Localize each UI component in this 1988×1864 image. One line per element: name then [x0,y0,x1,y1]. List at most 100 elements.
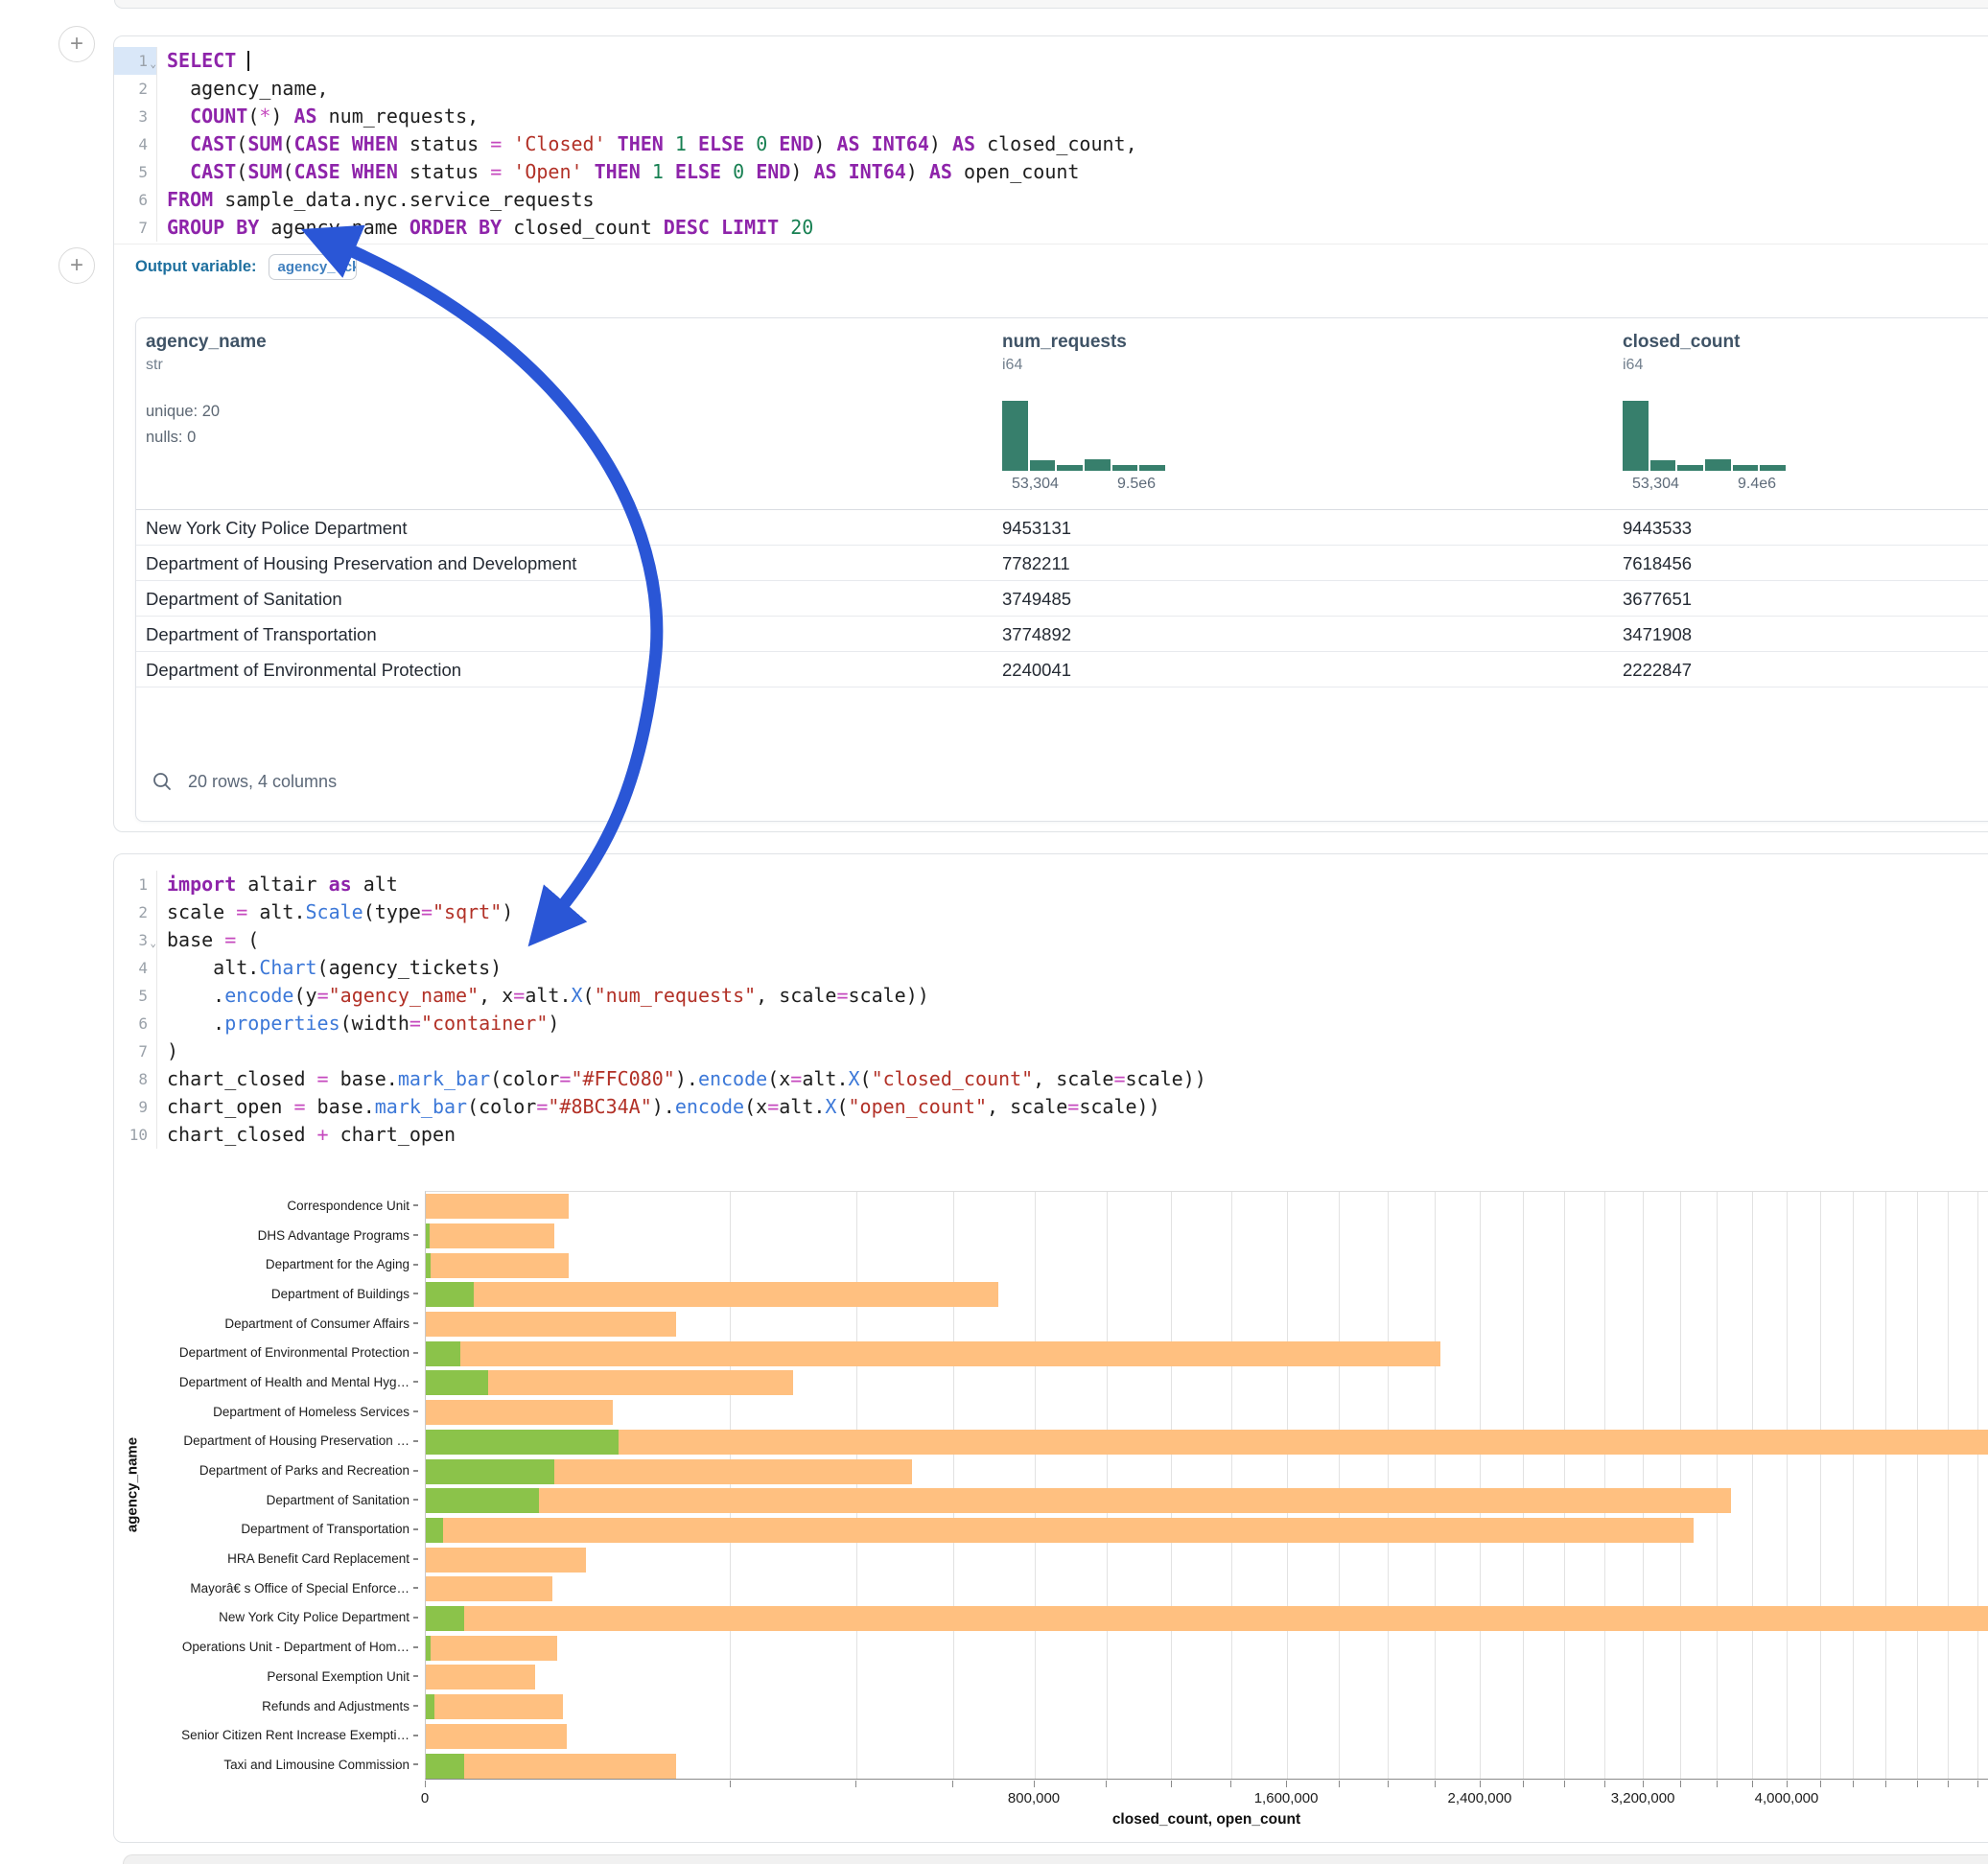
line-number: 6 [114,186,157,214]
code-line[interactable]: 2 agency_name, [114,75,1988,103]
code-line[interactable]: 1import altair as alt [114,871,1988,898]
code-line[interactable]: 4 alt.Chart(agency_tickets) [114,954,1988,982]
code-token: scale)) [1126,1067,1206,1090]
output-variable-pill[interactable]: agency_tickets [269,254,357,280]
code-token: ( [583,984,595,1007]
code-token [664,160,675,183]
code-token: (agency_tickets) [317,956,503,979]
table-row[interactable]: Department of Housing Preservation and D… [136,546,1988,581]
code-line[interactable]: 8chart_closed = base.mark_bar(color="#FF… [114,1065,1988,1093]
code-token: ( [236,928,259,951]
code-token [167,105,190,128]
code-token: alt. [525,984,571,1007]
fold-caret-icon[interactable]: ⌄ [150,50,156,78]
code-token: base. [329,1067,398,1090]
code-token: Chart [259,956,316,979]
fold-caret-icon[interactable]: ⌄ [150,929,156,957]
line-number: 9 [114,1093,157,1121]
line-number: 5 [114,982,157,1010]
code-line[interactable]: 7) [114,1037,1988,1065]
table-row[interactable]: Department of Environmental Protection22… [136,652,1988,687]
search-icon[interactable] [152,771,173,792]
code-token: = [421,900,433,923]
code-token: END [756,160,790,183]
code-token: AS [294,105,317,128]
code-token: base [167,928,224,951]
line-number-text: 2 [138,80,148,98]
code-token [641,160,652,183]
code-line[interactable]: 10chart_closed + chart_open [114,1121,1988,1149]
code-token [860,132,872,155]
code-line[interactable]: 3 COUNT(*) AS num_requests, [114,103,1988,130]
column-header: num_requestsi6453,3049.5e6 [1002,332,1190,495]
code-token: (type [363,900,421,923]
code-token [167,160,190,183]
code-text: scale = alt.Scale(type="sqrt") [157,898,513,926]
code-token: 0 [756,132,767,155]
code-line[interactable]: 6FROM sample_data.nyc.service_requests [114,186,1988,214]
python-code-editor[interactable]: 1import altair as alt2scale = alt.Scale(… [114,871,1988,1149]
histogram-bar [1650,460,1676,471]
code-token: chart_open [329,1123,456,1146]
code-line[interactable]: 5 CAST(SUM(CASE WHEN status = 'Open' THE… [114,158,1988,186]
table-row[interactable]: New York City Police Department945313194… [136,510,1988,546]
line-number-text: 7 [138,219,148,237]
code-token: = [317,1067,329,1090]
line-number: 10 [114,1121,157,1149]
code-token: base. [306,1095,375,1118]
code-line[interactable]: 6 .properties(width="container") [114,1010,1988,1037]
add-cell-button[interactable]: + [58,26,95,62]
previous-cell-edge [114,0,1988,9]
line-number-text: 9 [138,1098,148,1116]
code-line[interactable]: 3⌄base = ( [114,926,1988,954]
line-number-text: 3 [138,931,148,949]
code-token: , scale [1033,1067,1113,1090]
code-token: = [490,160,502,183]
table-row[interactable]: Department of Sanitation37494853677651 [136,581,1988,617]
code-token: "num_requests" [595,984,757,1007]
sql-code-editor[interactable]: 1⌄SELECT 2 agency_name,3 COUNT(*) AS num… [114,47,1988,242]
table-footer: 20 rows, 4 columns [136,761,337,802]
table-cell: 7782211 [1002,546,1070,581]
histogram-max-label: 9.5e6 [1117,476,1156,493]
code-line[interactable]: 2scale = alt.Scale(type="sqrt") [114,898,1988,926]
code-token: (x [744,1095,767,1118]
code-token: CAST [190,132,236,155]
code-token: ORDER BY [409,216,502,239]
code-token: "container" [421,1012,548,1035]
code-token: = [513,984,525,1007]
code-line[interactable]: 1⌄SELECT [114,47,1988,75]
code-token: 'Closed' [513,132,605,155]
line-number: 3 [114,103,157,130]
line-number-text: 1 [138,875,148,894]
histogram-bar [1002,401,1028,471]
code-token: ( [836,1095,848,1118]
code-token: WHEN [352,132,398,155]
code-token: import [167,873,236,896]
code-token: alt. [247,900,305,923]
code-token: "sqrt" [433,900,502,923]
line-number-text: 3 [138,107,148,126]
table-row[interactable]: Department of Transportation377489234719… [136,617,1988,652]
code-line[interactable]: 5 .encode(y="agency_name", x=alt.X("num_… [114,982,1988,1010]
add-cell-button[interactable]: + [58,247,95,284]
column-type: i64 [1623,357,1811,374]
code-line[interactable]: 7GROUP BY agency_name ORDER BY closed_co… [114,214,1988,242]
code-token: chart_open [167,1095,293,1118]
code-token: = [1113,1067,1125,1090]
code-token: X [825,1095,836,1118]
line-number-text: 7 [138,1042,148,1060]
table-cell: 2222847 [1623,652,1692,687]
histogram-min-label: 53,304 [1012,476,1059,493]
code-line[interactable]: 4 CAST(SUM(CASE WHEN status = 'Closed' T… [114,130,1988,158]
code-text: CAST(SUM(CASE WHEN status = 'Closed' THE… [157,130,1137,158]
code-token: = [490,132,502,155]
line-number-text: 6 [138,1014,148,1033]
code-token: SUM [247,132,282,155]
code-token: agency_name, [167,77,329,100]
line-number: 6 [114,1010,157,1037]
code-token: = [236,900,247,923]
code-token: . [167,1012,224,1035]
code-token: sample_data.nyc.service_requests [213,188,594,211]
code-line[interactable]: 9chart_open = base.mark_bar(color="#8BC3… [114,1093,1988,1121]
